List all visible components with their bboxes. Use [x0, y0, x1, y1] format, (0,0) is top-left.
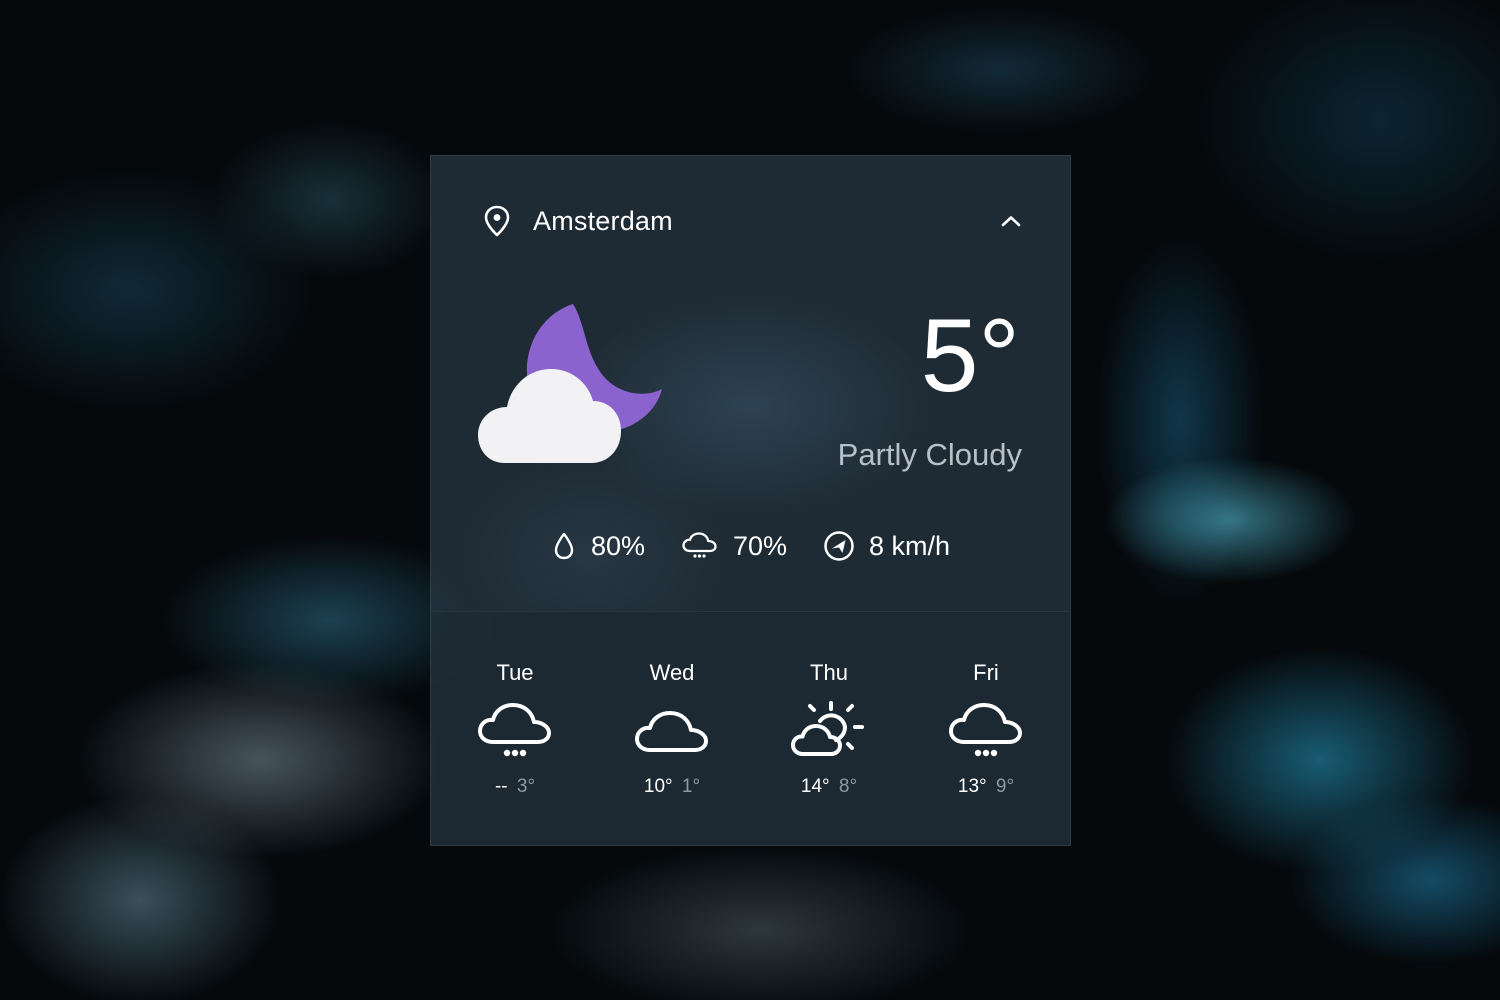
- forecast-day-name: Thu: [810, 660, 848, 685]
- forecast-day-name: Wed: [649, 660, 695, 685]
- wind-value: 8 km/h: [869, 530, 951, 561]
- forecast-low: 3°: [516, 776, 536, 797]
- current-weather-panel: Amsterdam 5° Partly Cloudy 80% 70% 8 km/…: [431, 156, 1070, 611]
- current-temperature: 5°: [920, 298, 1020, 414]
- humidity-value: 80%: [590, 530, 645, 561]
- forecast-temps: 13° 9°: [958, 776, 1014, 798]
- forecast-day: Wed 10° 1°: [594, 660, 751, 845]
- cloud-icon: [635, 711, 708, 752]
- forecast-temps: -- 3°: [495, 776, 535, 798]
- chevron-up-icon: [1001, 216, 1021, 227]
- forecast-row: Tue -- 3° Wed 10° 1° Thu 14° 8° Fri 13° …: [431, 612, 1070, 845]
- rain-cloud-icon: [478, 703, 551, 757]
- forecast-temps: 10° 1°: [644, 776, 700, 798]
- forecast-low: 9°: [995, 776, 1015, 797]
- forecast-panel: Tue -- 3° Wed 10° 1° Thu 14° 8° Fri 13° …: [431, 611, 1070, 845]
- weather-widget: Amsterdam 5° Partly Cloudy 80% 70% 8 km/…: [430, 155, 1071, 846]
- forecast-high: 14°: [800, 776, 830, 797]
- humidity-stat: 80%: [551, 531, 645, 562]
- wind-stat: 8 km/h: [823, 530, 950, 562]
- collapse-button[interactable]: [996, 206, 1026, 236]
- forecast-high: 13°: [957, 776, 987, 797]
- wind-direction-icon: [824, 531, 854, 561]
- rain-chance-value: 70%: [732, 530, 788, 561]
- humidity-drop-icon: [554, 532, 574, 560]
- current-condition: Partly Cloudy: [837, 437, 1022, 472]
- forecast-temps: 14° 8°: [801, 776, 857, 798]
- forecast-high: 10°: [643, 776, 673, 797]
- rain-cloud-icon: [949, 703, 1022, 757]
- location-header: Amsterdam: [481, 200, 1026, 242]
- forecast-day: Tue -- 3°: [437, 660, 594, 845]
- forecast-low: 8°: [838, 776, 858, 797]
- partly-sunny-icon: [791, 701, 864, 756]
- forecast-low: 1°: [681, 776, 701, 797]
- city-name: Amsterdam: [533, 205, 673, 236]
- rain-chance-stat: 70%: [681, 531, 787, 562]
- moon-cloud-icon: [478, 304, 662, 463]
- forecast-day: Thu 14° 8°: [751, 660, 908, 845]
- forecast-day: Fri 13° 9°: [908, 660, 1065, 845]
- forecast-high: --: [494, 776, 508, 797]
- forecast-day-name: Fri: [973, 660, 999, 685]
- location-pin-icon: [484, 205, 510, 237]
- forecast-day-name: Tue: [496, 660, 534, 685]
- rain-chance-icon: [682, 532, 717, 558]
- weather-stats: 80% 70% 8 km/h: [431, 526, 1070, 566]
